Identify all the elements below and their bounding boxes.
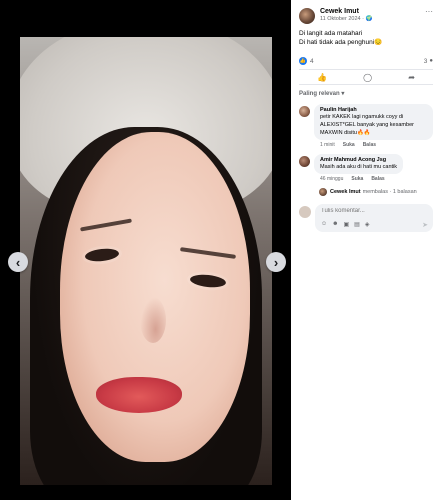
comment-icon: ◯ xyxy=(363,72,373,82)
comment-body: Amir Mahmud Acong Jsg Masih ada aku di h… xyxy=(314,154,433,184)
comment-text: petir KAKEK lagi ngamukk coyy di ALEXIST… xyxy=(320,114,414,136)
comment-item: Amir Mahmud Acong Jsg Masih ada aku di h… xyxy=(291,152,441,186)
comment-count-icon: ● xyxy=(429,58,433,64)
like-button[interactable]: 👍 xyxy=(317,73,327,82)
avatar-sticker-icon[interactable]: ☺ xyxy=(321,221,327,228)
view-replies-link[interactable]: Cewek Imut membalas · 1 balasan xyxy=(291,186,441,196)
comment-composer: ☺ ☻ ▣ ▤ ◈ ➤ xyxy=(291,196,441,232)
sticker-icon[interactable]: ◈ xyxy=(365,221,370,228)
comment-item: Paulin Harijah petir KAKEK lagi ngamukk … xyxy=(291,102,441,152)
post-actions: 👍 ◯ ➦ xyxy=(299,69,433,85)
gif-icon[interactable]: ▤ xyxy=(354,221,360,228)
comment-bubble: Paulin Harijah petir KAKEK lagi ngamukk … xyxy=(314,104,433,140)
thumbs-up-icon: 👍 xyxy=(299,57,307,65)
author-block: Cewek Imut 11 Oktober 2024 · 🌍 xyxy=(320,8,425,22)
reactions-bar: 👍 4 3 ● xyxy=(291,47,441,69)
chevron-left-icon: ‹ xyxy=(15,254,21,270)
comment-sort-dropdown[interactable]: Paling relevan ▾ xyxy=(291,85,441,102)
reply-author-name: Cewek Imut xyxy=(330,189,361,195)
previous-photo-button[interactable]: ‹ xyxy=(8,252,28,272)
caption-line-2: Di hati tidak ada penghuni😔 xyxy=(299,39,383,46)
author-name[interactable]: Cewek Imut xyxy=(320,8,425,15)
comment-time[interactable]: 46 minggu xyxy=(320,176,343,182)
comment-body: Paulin Harijah petir KAKEK lagi ngamukk … xyxy=(314,104,433,150)
more-icon[interactable]: ··· xyxy=(425,8,433,16)
reply-author-avatar xyxy=(319,188,327,196)
camera-icon[interactable]: ▣ xyxy=(343,221,349,228)
commenter-avatar[interactable] xyxy=(299,156,310,167)
post-caption: Di langit ada matahari Di hati tidak ada… xyxy=(291,24,441,47)
comment-reply-button[interactable]: Balas xyxy=(371,176,384,182)
share-button[interactable]: ➦ xyxy=(408,73,415,82)
next-photo-button[interactable]: › xyxy=(266,252,286,272)
comment-like-button[interactable]: Suka xyxy=(351,176,363,182)
comment-meta: 46 minggu Suka Balas xyxy=(314,174,433,184)
comment-like-button[interactable]: Suka xyxy=(343,142,355,148)
replies-text: membalas · 1 balasan xyxy=(362,189,417,195)
photo-nose-shape xyxy=(140,297,166,343)
composer-tools: ☺ ☻ ▣ ▤ ◈ xyxy=(321,221,369,228)
comment-input-box[interactable]: ☺ ☻ ▣ ▤ ◈ ➤ xyxy=(315,204,433,232)
comment-count-link[interactable]: 3 ● xyxy=(424,58,433,65)
comment-input[interactable] xyxy=(321,208,411,214)
share-icon: ➦ xyxy=(408,72,415,82)
caption-line-1: Di langit ada matahari xyxy=(299,30,363,37)
post-side-panel: Cewek Imut 11 Oktober 2024 · 🌍 ··· Di la… xyxy=(291,0,441,500)
comment-time[interactable]: 1 minit xyxy=(320,142,335,148)
comment-button[interactable]: ◯ xyxy=(363,73,372,82)
post-photo xyxy=(20,37,272,485)
like-count[interactable]: 4 xyxy=(310,58,314,65)
photo-lips-shape xyxy=(96,377,182,413)
thumbs-up-icon: 👍 xyxy=(317,72,328,82)
comment-bubble: Amir Mahmud Acong Jsg Masih ada aku di h… xyxy=(314,154,404,174)
comment-text: Masih ada aku di hati mu cantik xyxy=(320,164,398,170)
author-avatar[interactable] xyxy=(299,8,315,24)
post-date[interactable]: 11 Oktober 2024 · 🌍 xyxy=(320,16,425,22)
send-icon[interactable]: ➤ xyxy=(422,221,428,229)
emoji-icon[interactable]: ☻ xyxy=(332,221,338,228)
comment-reply-button[interactable]: Balas xyxy=(363,142,376,148)
comment-meta: 1 minit Suka Balas xyxy=(314,140,433,150)
post-header: Cewek Imut 11 Oktober 2024 · 🌍 ··· xyxy=(291,0,441,24)
commenter-avatar[interactable] xyxy=(299,106,310,117)
comment-count: 3 xyxy=(423,57,428,65)
photo-viewer: ‹ › xyxy=(0,0,291,500)
current-user-avatar xyxy=(299,206,311,218)
chevron-right-icon: › xyxy=(273,254,279,270)
